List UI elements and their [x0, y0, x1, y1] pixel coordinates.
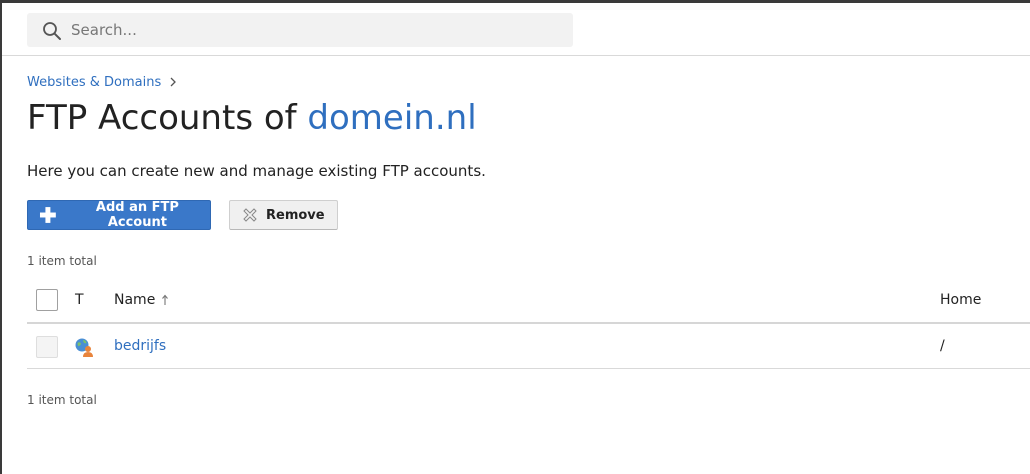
- remove-button[interactable]: Remove: [229, 200, 338, 230]
- ftp-user-icon: [75, 338, 93, 357]
- column-header-home[interactable]: Home: [940, 292, 981, 308]
- breadcrumb: Websites & Domains: [27, 73, 177, 91]
- item-count-top: 1 item total: [27, 254, 97, 268]
- item-count-bottom: 1 item total: [27, 393, 97, 407]
- window-top-border: [0, 0, 1030, 3]
- page-title-domain-link[interactable]: domein.nl: [307, 98, 476, 138]
- window-left-border: [0, 0, 2, 474]
- select-all-checkbox[interactable]: [36, 289, 58, 311]
- table-header-row: T Name Home: [27, 280, 1030, 323]
- search-bar: [27, 13, 573, 47]
- sort-ascending-icon: [162, 294, 169, 305]
- page-title: FTP Accounts of domein.nl: [27, 98, 477, 146]
- header-divider: [2, 55, 1030, 56]
- search-icon: [43, 22, 61, 40]
- page-description: Here you can create new and manage exist…: [27, 162, 486, 180]
- add-ftp-account-button[interactable]: Add an FTP Account: [27, 200, 211, 230]
- search-input[interactable]: [71, 13, 561, 47]
- table-row-divider: [27, 368, 1030, 369]
- remove-label: Remove: [266, 207, 325, 223]
- page-title-prefix: FTP Accounts of: [27, 98, 308, 138]
- column-header-name[interactable]: Name: [114, 292, 169, 308]
- column-header-name-label: Name: [114, 292, 156, 308]
- ftp-account-name-link[interactable]: bedrijfs: [114, 338, 166, 354]
- plus-icon: [39, 207, 56, 223]
- column-header-type[interactable]: T: [75, 292, 84, 308]
- table-row: bedrijfs /: [27, 324, 1030, 369]
- breadcrumb-link-websites-domains[interactable]: Websites & Domains: [27, 75, 161, 90]
- chevron-right-icon: [170, 77, 177, 87]
- ftp-account-home: /: [940, 338, 945, 354]
- row-checkbox[interactable]: [36, 336, 58, 358]
- add-ftp-account-label: Add an FTP Account: [95, 200, 179, 230]
- remove-x-icon: [243, 208, 257, 222]
